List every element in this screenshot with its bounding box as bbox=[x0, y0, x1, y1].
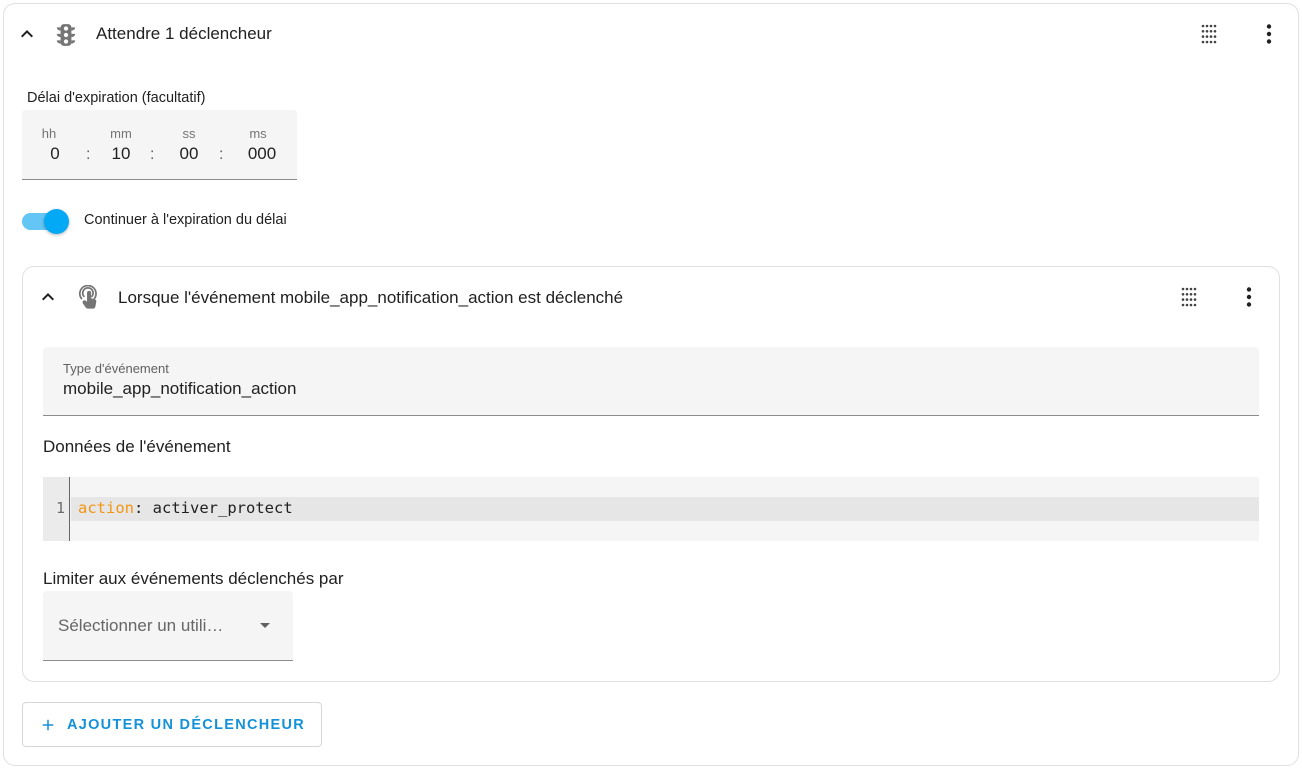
card-header[interactable]: Attendre 1 déclencheur bbox=[4, 4, 1298, 66]
yaml-value: activer_protect bbox=[152, 499, 293, 517]
collapse-chevron-up-icon[interactable] bbox=[36, 285, 60, 309]
hours-unit-label: hh bbox=[41, 126, 57, 141]
minutes-input[interactable]: 10 bbox=[106, 144, 136, 164]
user-select-placeholder: Sélectionner un utili… bbox=[58, 616, 224, 635]
seconds-unit-label: ss bbox=[182, 126, 196, 141]
timeout-label: Délai d'expiration (facultatif) bbox=[27, 90, 206, 106]
trigger-header[interactable]: Lorsque l'événement mobile_app_notificat… bbox=[23, 267, 1279, 327]
event-data-label: Données de l'événement bbox=[43, 437, 231, 456]
drag-grid-icon[interactable] bbox=[1177, 285, 1201, 309]
hours-input[interactable]: 0 bbox=[40, 144, 70, 164]
event-type-label: Type d'événement bbox=[63, 361, 169, 376]
plus-icon bbox=[39, 716, 57, 734]
traffic-light-icon bbox=[53, 22, 79, 48]
line-number: 1 bbox=[55, 499, 65, 517]
add-trigger-label: AJOUTER UN DÉCLENCHEUR bbox=[66, 716, 306, 733]
time-separator: : bbox=[219, 146, 224, 163]
timeout-duration-input[interactable]: hh mm ss ms 0 : 10 : 00 : 000 bbox=[22, 110, 297, 180]
milliseconds-input[interactable]: 000 bbox=[242, 144, 282, 164]
yaml-key: action bbox=[78, 499, 134, 517]
drag-grid-icon[interactable] bbox=[1197, 22, 1221, 46]
milliseconds-unit-label: ms bbox=[249, 126, 267, 141]
event-trigger-card: Lorsque l'événement mobile_app_notificat… bbox=[22, 266, 1280, 682]
event-type-field[interactable]: Type d'événement mobile_app_notification… bbox=[43, 347, 1259, 416]
more-vertical-icon[interactable] bbox=[1257, 22, 1281, 46]
continue-on-timeout-switch[interactable] bbox=[22, 209, 69, 235]
seconds-input[interactable]: 00 bbox=[174, 144, 204, 164]
yaml-separator: : bbox=[134, 499, 153, 517]
event-data-code-editor[interactable]: 1 action: activer_protect bbox=[43, 477, 1259, 541]
wait-for-trigger-card: Attendre 1 déclencheur Délai d'expiratio… bbox=[3, 3, 1299, 766]
editor-gutter: 1 bbox=[43, 477, 70, 541]
code-line[interactable]: action: activer_protect bbox=[78, 499, 293, 517]
user-select-dropdown[interactable]: Sélectionner un utili… bbox=[43, 591, 293, 661]
collapse-chevron-up-icon[interactable] bbox=[15, 22, 39, 46]
continue-on-timeout-label: Continuer à l'expiration du délai bbox=[84, 212, 287, 228]
time-separator: : bbox=[86, 146, 91, 163]
dropdown-arrow-icon bbox=[253, 613, 277, 637]
time-separator: : bbox=[150, 146, 155, 163]
card-title: Attendre 1 déclencheur bbox=[96, 24, 272, 43]
more-vertical-icon[interactable] bbox=[1237, 285, 1261, 309]
minutes-unit-label: mm bbox=[110, 126, 132, 141]
limit-users-label: Limiter aux événements déclenchés par bbox=[43, 569, 344, 588]
event-type-input[interactable]: mobile_app_notification_action bbox=[63, 379, 296, 399]
trigger-title: Lorsque l'événement mobile_app_notificat… bbox=[118, 288, 624, 307]
switch-thumb bbox=[44, 209, 69, 234]
add-trigger-button[interactable]: AJOUTER UN DÉCLENCHEUR bbox=[22, 702, 322, 747]
gesture-tap-icon bbox=[76, 284, 102, 311]
